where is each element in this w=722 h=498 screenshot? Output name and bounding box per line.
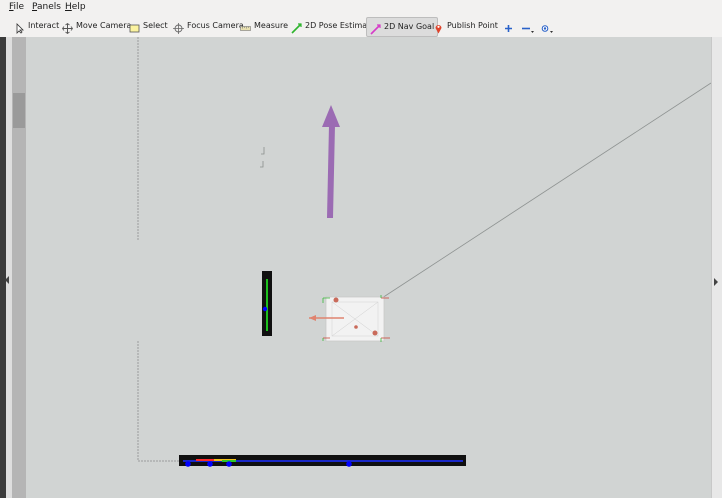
view-options-icon — [540, 21, 553, 33]
tool-publish-point[interactable]: Publish Point — [430, 17, 501, 35]
menu-bar: File Panels Help — [0, 0, 722, 15]
remove-tool-icon — [521, 21, 534, 33]
menu-panels[interactable]: Panels — [32, 0, 61, 15]
tool-measure[interactable]: Measure — [237, 17, 291, 35]
map-mark — [260, 161, 264, 168]
tool-bar: Interact Move Camera Select Focus Camera… — [0, 15, 722, 38]
scrollbar-thumb[interactable] — [13, 93, 25, 128]
pose-arrow-icon — [291, 21, 302, 34]
tool-2d-pose-estimate[interactable]: 2D Pose Estimate — [288, 17, 378, 35]
select-box-icon — [129, 21, 140, 32]
right-dock-edge — [711, 37, 722, 498]
laser-scan-horizontal — [179, 455, 466, 467]
tool-interact-label: Interact — [28, 21, 60, 30]
map-wall — [137, 341, 466, 462]
map-mark — [261, 147, 265, 155]
tool-focus-camera[interactable]: Focus Camera — [170, 17, 247, 35]
nav-goal-arrow — [322, 105, 340, 218]
tool-interact[interactable]: Interact — [11, 17, 62, 35]
laser-scan-vertical — [262, 271, 272, 336]
tool-select[interactable]: Select — [126, 17, 171, 35]
robot-model — [309, 295, 390, 342]
collapse-right-arrow-icon[interactable] — [714, 278, 718, 286]
menu-file[interactable]: File — [9, 0, 24, 15]
remove-tool-button[interactable] — [518, 17, 538, 35]
map-pin-icon — [433, 21, 444, 33]
collapse-left-arrow-icon[interactable] — [5, 276, 9, 284]
tool-2d-pose-estimate-label: 2D Pose Estimate — [305, 21, 376, 30]
view-ray — [381, 82, 712, 299]
tool-select-label: Select — [143, 21, 168, 30]
tool-focus-camera-label: Focus Camera — [187, 21, 244, 30]
left-scrollbar[interactable] — [12, 37, 26, 498]
move-camera-icon — [62, 21, 73, 34]
add-tool-button[interactable] — [500, 17, 520, 35]
scene-canvas[interactable] — [26, 37, 712, 498]
tool-2d-nav-goal-label: 2D Nav Goal — [384, 22, 435, 31]
cursor-icon — [14, 21, 25, 34]
rviz-window: File Panels Help Interact Move Camera Se… — [0, 0, 722, 498]
tool-2d-nav-goal[interactable]: 2D Nav Goal — [366, 17, 439, 37]
tool-publish-point-label: Publish Point — [447, 21, 498, 30]
focus-camera-icon — [173, 21, 184, 34]
nav-goal-arrow-icon — [370, 22, 381, 35]
render-viewport[interactable] — [26, 37, 712, 498]
view-options-button[interactable] — [537, 17, 557, 35]
tool-move-camera-label: Move Camera — [76, 21, 132, 30]
tool-move-camera[interactable]: Move Camera — [59, 17, 134, 35]
add-tool-icon — [503, 21, 514, 32]
tool-measure-label: Measure — [254, 21, 288, 30]
ruler-icon — [240, 21, 251, 32]
menu-help[interactable]: Help — [65, 0, 86, 15]
